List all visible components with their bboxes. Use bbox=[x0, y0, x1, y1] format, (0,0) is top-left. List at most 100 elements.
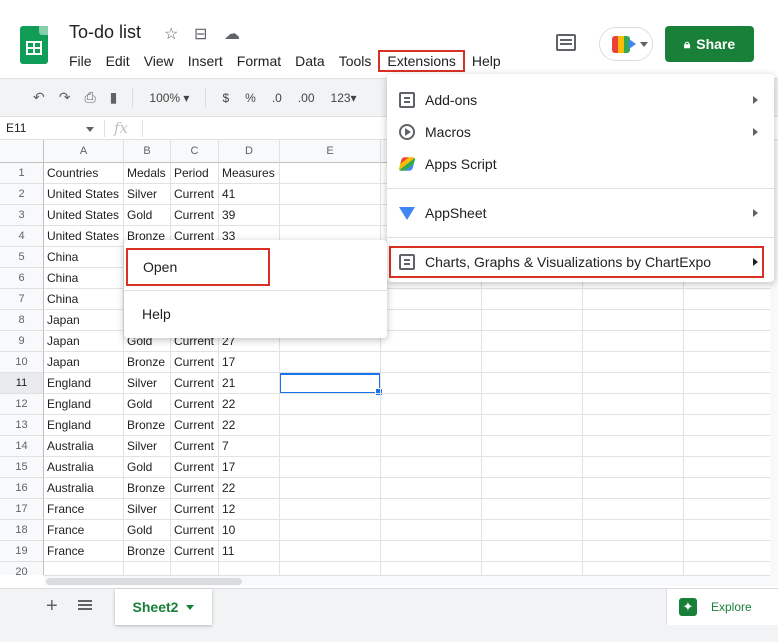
menu-extensions[interactable]: Extensions bbox=[378, 50, 465, 72]
grid-cell[interactable]: Silver bbox=[124, 499, 171, 520]
menu-help[interactable]: Help bbox=[465, 50, 508, 72]
menu-item-help[interactable]: Help bbox=[142, 306, 171, 322]
grid-cell[interactable] bbox=[280, 562, 381, 575]
star-icon[interactable]: ☆ bbox=[164, 24, 178, 44]
grid-cell[interactable]: Silver bbox=[124, 436, 171, 457]
menu-item-open[interactable]: Open bbox=[126, 248, 270, 286]
grid-cell[interactable]: Gold bbox=[124, 394, 171, 415]
column-header[interactable]: C bbox=[171, 140, 219, 163]
grid-cell[interactable] bbox=[381, 541, 482, 562]
grid-cell[interactable] bbox=[482, 373, 583, 394]
grid-cell[interactable] bbox=[280, 436, 381, 457]
grid-cell[interactable] bbox=[684, 520, 778, 541]
column-header[interactable]: E bbox=[280, 140, 381, 163]
grid-cell[interactable] bbox=[482, 310, 583, 331]
menu-file[interactable]: File bbox=[62, 50, 99, 72]
row-header[interactable]: 1 bbox=[0, 163, 44, 184]
column-header[interactable]: A bbox=[44, 140, 124, 163]
share-button[interactable]: 🔒︎ Share bbox=[665, 26, 754, 62]
grid-cell[interactable] bbox=[684, 562, 778, 575]
grid-cell[interactable]: Current bbox=[171, 478, 219, 499]
grid-cell[interactable]: Gold bbox=[124, 205, 171, 226]
grid-cell[interactable]: 17 bbox=[219, 457, 280, 478]
grid-cell[interactable]: Current bbox=[171, 541, 219, 562]
select-all-corner[interactable] bbox=[0, 140, 44, 163]
grid-cell[interactable] bbox=[583, 394, 684, 415]
grid-cell[interactable] bbox=[583, 373, 684, 394]
explore-button[interactable]: ✦ Explore bbox=[666, 589, 778, 625]
grid-cell[interactable]: China bbox=[44, 268, 124, 289]
grid-cell[interactable]: Current bbox=[171, 499, 219, 520]
row-header[interactable]: 16 bbox=[0, 478, 44, 499]
grid-cell[interactable] bbox=[684, 310, 778, 331]
grid-cell[interactable] bbox=[482, 289, 583, 310]
row-header[interactable]: 15 bbox=[0, 457, 44, 478]
grid-cell[interactable]: Silver bbox=[124, 373, 171, 394]
grid-cell[interactable] bbox=[381, 394, 482, 415]
grid-cell[interactable] bbox=[583, 436, 684, 457]
grid-cell[interactable]: 17 bbox=[219, 352, 280, 373]
menu-data[interactable]: Data bbox=[288, 50, 332, 72]
grid-cell[interactable] bbox=[381, 289, 482, 310]
grid-cell[interactable] bbox=[482, 562, 583, 575]
grid-cell[interactable] bbox=[684, 541, 778, 562]
chevron-down-icon[interactable] bbox=[86, 127, 94, 132]
percent-format-button[interactable]: % bbox=[239, 91, 262, 105]
grid-cell[interactable]: 12 bbox=[219, 499, 280, 520]
horizontal-scrollbar[interactable] bbox=[44, 575, 770, 586]
grid-cell[interactable] bbox=[684, 499, 778, 520]
grid-cell[interactable] bbox=[482, 541, 583, 562]
grid-cell[interactable]: Countries bbox=[44, 163, 124, 184]
row-header[interactable]: 11 bbox=[0, 373, 44, 394]
grid-cell[interactable]: 22 bbox=[219, 415, 280, 436]
menu-item-add-ons[interactable]: Add-ons bbox=[387, 84, 774, 116]
grid-cell[interactable] bbox=[684, 352, 778, 373]
grid-cell[interactable] bbox=[482, 331, 583, 352]
grid-cell[interactable] bbox=[684, 394, 778, 415]
grid-cell[interactable] bbox=[381, 457, 482, 478]
grid-cell[interactable]: Australia bbox=[44, 436, 124, 457]
row-header[interactable]: 19 bbox=[0, 541, 44, 562]
grid-cell[interactable]: Australia bbox=[44, 478, 124, 499]
row-header[interactable]: 3 bbox=[0, 205, 44, 226]
grid-cell[interactable]: England bbox=[44, 373, 124, 394]
grid-cell[interactable] bbox=[219, 562, 280, 575]
menu-format[interactable]: Format bbox=[230, 50, 288, 72]
grid-cell[interactable] bbox=[280, 520, 381, 541]
row-header[interactable]: 10 bbox=[0, 352, 44, 373]
grid-cell[interactable]: France bbox=[44, 541, 124, 562]
grid-cell[interactable] bbox=[482, 499, 583, 520]
grid-cell[interactable] bbox=[583, 478, 684, 499]
grid-cell[interactable]: Japan bbox=[44, 331, 124, 352]
menu-edit[interactable]: Edit bbox=[99, 50, 137, 72]
grid-cell[interactable] bbox=[171, 562, 219, 575]
grid-cell[interactable]: Silver bbox=[124, 184, 171, 205]
all-sheets-icon[interactable] bbox=[78, 600, 92, 610]
grid-cell[interactable]: Gold bbox=[124, 457, 171, 478]
grid-cell[interactable] bbox=[482, 394, 583, 415]
row-header[interactable]: 7 bbox=[0, 289, 44, 310]
menu-tools[interactable]: Tools bbox=[332, 50, 379, 72]
increase-decimal-button[interactable]: .00 bbox=[292, 91, 321, 105]
add-sheet-icon[interactable]: + bbox=[46, 595, 58, 618]
grid-cell[interactable] bbox=[381, 310, 482, 331]
menu-item-appsheet[interactable]: AppSheet bbox=[387, 197, 774, 229]
grid-cell[interactable]: Bronze bbox=[124, 352, 171, 373]
grid-cell[interactable]: 10 bbox=[219, 520, 280, 541]
grid-cell[interactable] bbox=[280, 541, 381, 562]
row-header[interactable]: 20 bbox=[0, 562, 44, 575]
grid-cell[interactable]: China bbox=[44, 289, 124, 310]
grid-cell[interactable]: Japan bbox=[44, 310, 124, 331]
grid-cell[interactable] bbox=[381, 562, 482, 575]
row-header[interactable]: 6 bbox=[0, 268, 44, 289]
grid-cell[interactable] bbox=[684, 457, 778, 478]
grid-cell[interactable] bbox=[124, 562, 171, 575]
grid-cell[interactable]: Current bbox=[171, 205, 219, 226]
menu-view[interactable]: View bbox=[137, 50, 181, 72]
decrease-decimal-button[interactable]: .0 bbox=[266, 91, 288, 105]
grid-cell[interactable] bbox=[684, 373, 778, 394]
row-header[interactable]: 18 bbox=[0, 520, 44, 541]
name-box[interactable]: E11 bbox=[6, 121, 26, 135]
undo-icon[interactable]: ↶ bbox=[28, 89, 50, 106]
grid-cell[interactable] bbox=[583, 415, 684, 436]
